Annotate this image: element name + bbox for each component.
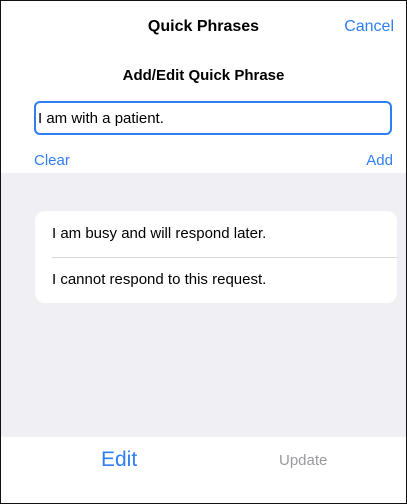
cancel-button[interactable]: Cancel xyxy=(344,18,394,36)
bottom-toolbar: Edit Update xyxy=(1,437,406,503)
list-item[interactable]: I cannot respond to this request. xyxy=(35,257,397,303)
add-button[interactable]: Add xyxy=(366,152,393,169)
phrase-input[interactable] xyxy=(34,101,392,135)
phrase-list: I am busy and will respond later. I cann… xyxy=(35,211,397,303)
edit-button[interactable]: Edit xyxy=(101,448,137,472)
clear-button[interactable]: Clear xyxy=(34,152,70,169)
section-title: Add/Edit Quick Phrase xyxy=(122,67,285,84)
list-item[interactable]: I am busy and will respond later. xyxy=(35,211,397,257)
update-button[interactable]: Update xyxy=(279,452,327,469)
quick-phrases-screen: Quick Phrases Cancel Add/Edit Quick Phra… xyxy=(0,0,407,504)
navigation-bar: Quick Phrases Cancel xyxy=(1,1,406,55)
phrase-text: I cannot respond to this request. xyxy=(52,271,267,288)
phrase-list-area: I am busy and will respond later. I cann… xyxy=(1,173,406,437)
phrase-text: I am busy and will respond later. xyxy=(52,225,267,242)
